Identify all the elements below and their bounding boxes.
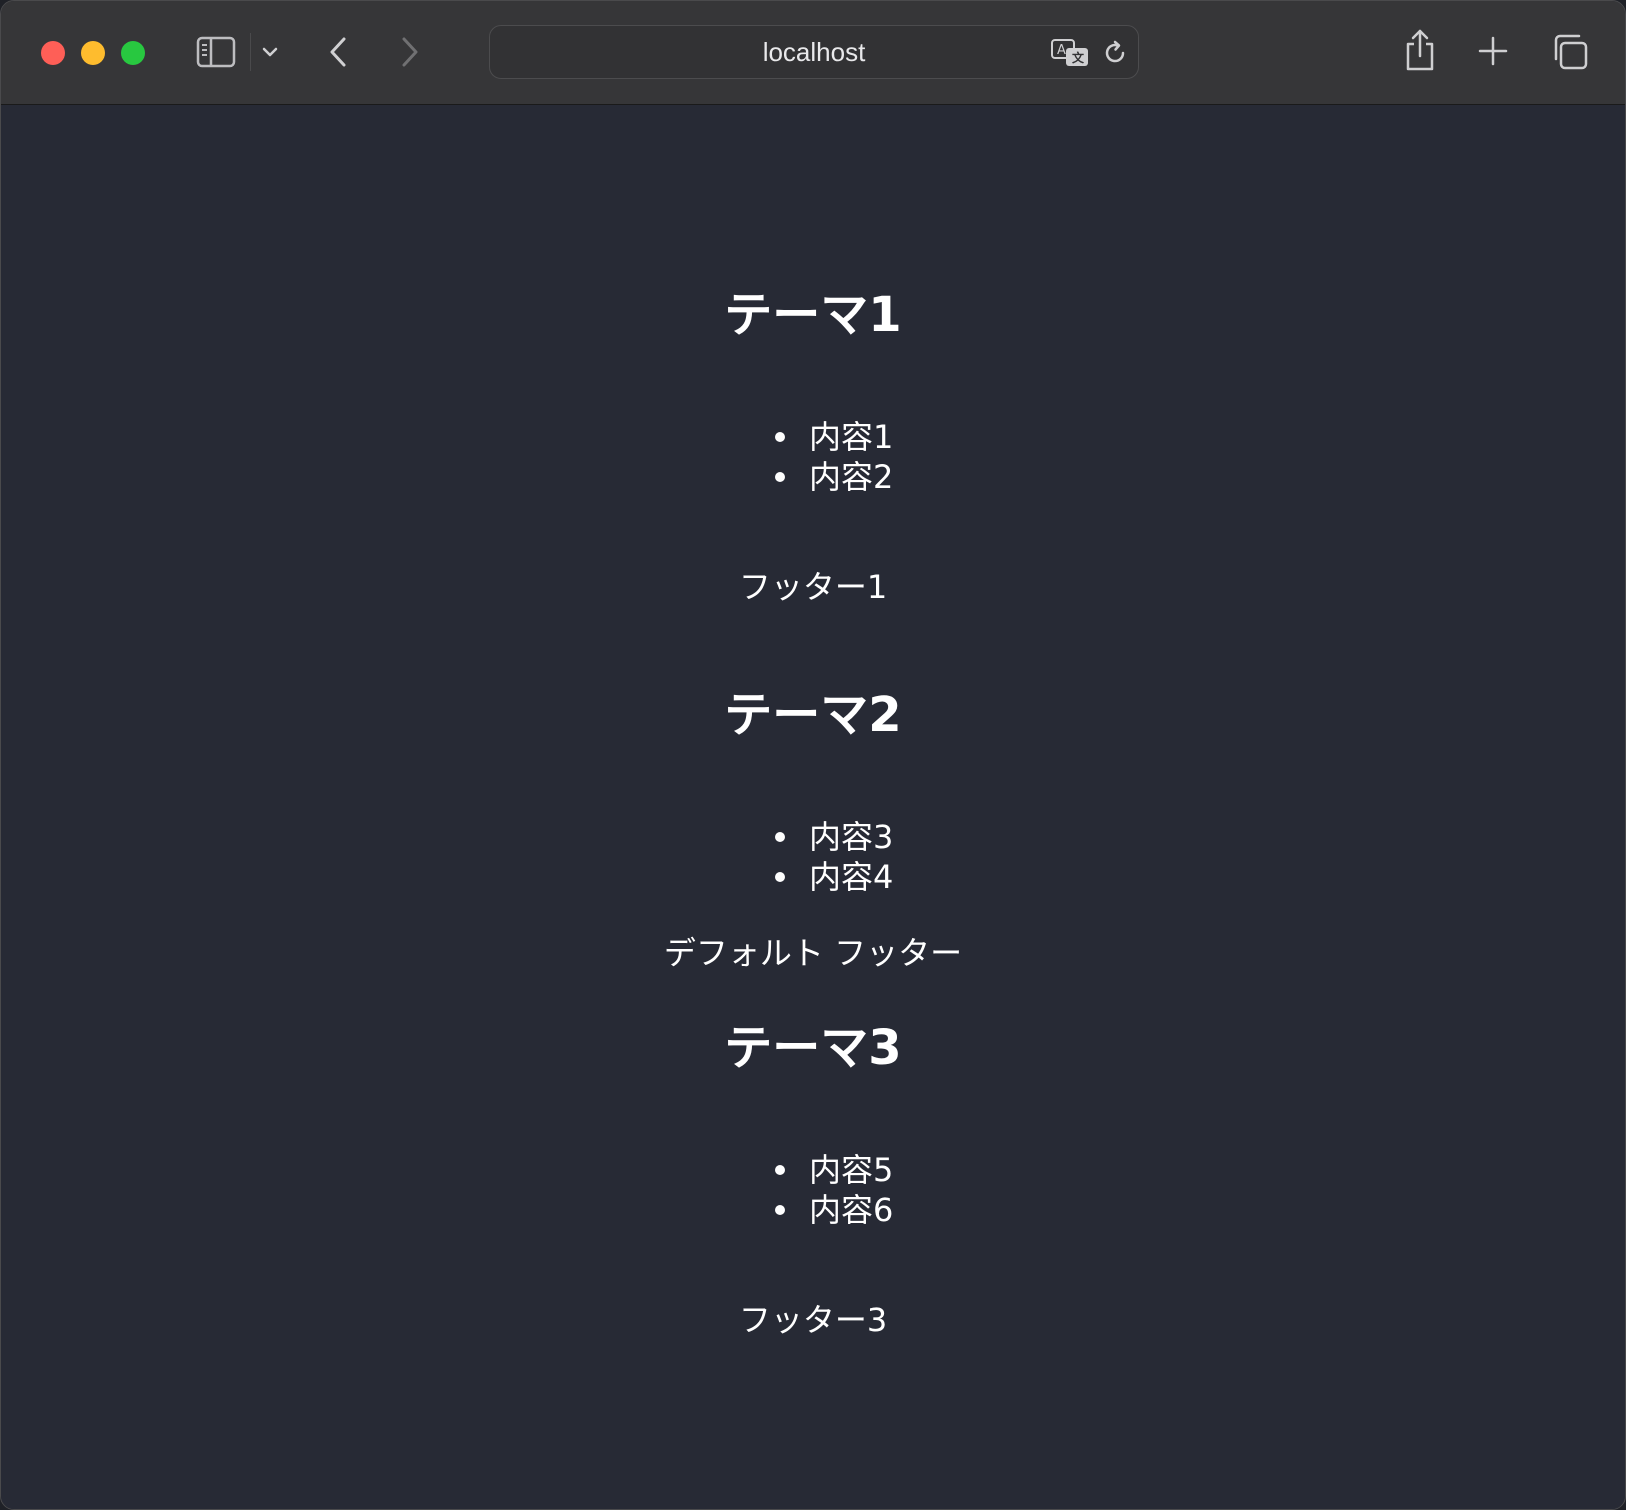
close-window-button[interactable]: [41, 41, 65, 65]
list-item-text: 内容5: [809, 1151, 894, 1189]
bullet: [775, 472, 785, 482]
list-item: 内容5: [1, 1150, 1625, 1190]
section-title: テーマ1: [724, 287, 902, 343]
list-item: 内容6: [1, 1190, 1625, 1230]
sidebar-icon[interactable]: [195, 35, 237, 69]
section-footer: フッター3: [738, 1301, 888, 1339]
minimize-window-button[interactable]: [81, 41, 105, 65]
chevron-down-icon[interactable]: [259, 39, 281, 65]
reload-icon[interactable]: [1100, 38, 1130, 68]
list-item-text: 内容3: [809, 818, 894, 856]
list-item-text: 内容6: [809, 1191, 894, 1229]
bullet: [775, 872, 785, 882]
list-item: 内容4: [1, 857, 1625, 897]
item-list: 内容1 内容2: [1, 417, 1625, 497]
bullet: [775, 1205, 785, 1215]
section-footer: フッター1: [738, 568, 888, 606]
item-list: 内容5 内容6: [1, 1150, 1625, 1230]
tabs-icon[interactable]: [1549, 31, 1591, 73]
translate-icon[interactable]: A 文: [1050, 38, 1090, 68]
toolbar-divider: [250, 33, 251, 71]
list-item: 内容1: [1, 417, 1625, 457]
list-item: 内容3: [1, 817, 1625, 857]
list-item-text: 内容2: [809, 458, 894, 496]
item-list: 内容3 内容4: [1, 817, 1625, 897]
browser-window: localhost A 文 テーマ1 内容1 内容2 フッター1 テーマ2 内容…: [0, 0, 1626, 1510]
list-item-text: 内容1: [809, 418, 894, 456]
plus-icon[interactable]: [1475, 31, 1511, 71]
list-item: 内容2: [1, 457, 1625, 497]
section-footer: デフォルト フッター: [663, 934, 963, 972]
chevron-right-icon[interactable]: [395, 33, 425, 71]
section-title: テーマ2: [724, 687, 902, 743]
browser-toolbar: localhost A 文: [1, 1, 1625, 105]
svg-text:A: A: [1057, 43, 1066, 58]
url-text: localhost: [762, 36, 866, 67]
bullet: [775, 832, 785, 842]
section-title: テーマ3: [724, 1020, 902, 1076]
share-icon[interactable]: [1401, 27, 1439, 73]
address-bar[interactable]: localhost A 文: [489, 25, 1139, 79]
page-content: テーマ1 内容1 内容2 フッター1 テーマ2 内容3 内容4 デフォルト フッ…: [1, 105, 1625, 1509]
maximize-window-button[interactable]: [121, 41, 145, 65]
list-item-text: 内容4: [809, 858, 894, 896]
bullet: [775, 432, 785, 442]
chevron-left-icon[interactable]: [323, 33, 353, 71]
svg-text:文: 文: [1072, 50, 1085, 65]
bullet: [775, 1165, 785, 1175]
